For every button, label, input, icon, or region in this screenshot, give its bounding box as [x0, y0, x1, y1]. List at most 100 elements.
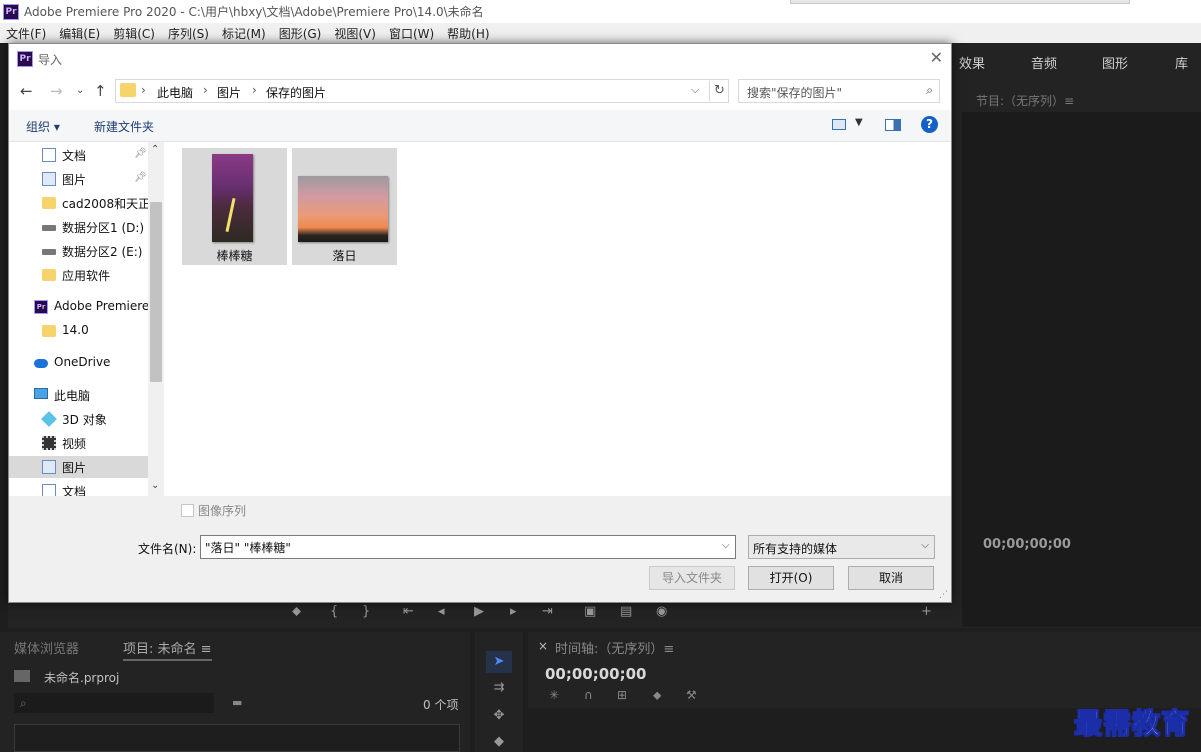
preview-pane-icon[interactable]: [885, 119, 901, 131]
close-icon[interactable]: ✕: [930, 48, 943, 67]
tab-project[interactable]: 项目: 未命名 ≡: [123, 638, 212, 661]
view-dropdown-icon[interactable]: ▼: [855, 117, 863, 128]
breadcrumb-pictures[interactable]: 图片: [217, 84, 241, 101]
project-search-input[interactable]: ⌕: [14, 693, 214, 713]
timeline-title[interactable]: 时间轴:（无序列）≡: [555, 638, 674, 657]
timeline-marker-icon[interactable]: ⬥: [653, 688, 661, 703]
play-icon[interactable]: ▶: [474, 604, 484, 619]
export-frame-icon[interactable]: ◉: [656, 604, 667, 619]
linked-selection-icon[interactable]: ⊞: [617, 688, 627, 702]
chevron-down-icon[interactable]: ⌄: [151, 480, 159, 491]
resize-grip-icon[interactable]: ⋰: [939, 590, 948, 600]
step-forward-icon[interactable]: ▸: [510, 604, 517, 619]
pictures-icon: [42, 460, 56, 474]
file-type-select[interactable]: 所有支持的媒体 ⌵: [748, 535, 935, 559]
insert-icon[interactable]: ▣: [584, 604, 596, 619]
scrollbar-thumb[interactable]: [150, 202, 162, 382]
chevron-down-icon[interactable]: ⌵: [722, 540, 730, 551]
menu-clip[interactable]: 剪辑(C): [113, 25, 155, 42]
up-icon[interactable]: ↑: [94, 82, 107, 100]
nav-item-adobe-premiere[interactable]: Pr Adobe Premiere: [9, 296, 148, 318]
snap-icon[interactable]: ∩: [584, 688, 593, 702]
nav-item-3d-objects[interactable]: 3D 对象: [9, 408, 148, 430]
nav-item-videos[interactable]: 视频: [9, 432, 148, 454]
overwrite-icon[interactable]: ▤: [620, 604, 632, 619]
menu-markers[interactable]: 标记(M): [222, 25, 266, 42]
project-items-area[interactable]: [14, 724, 460, 752]
nav-item-this-pc[interactable]: 此电脑: [9, 384, 148, 406]
chevron-up-icon[interactable]: ⌃: [151, 144, 159, 155]
pin-icon[interactable]: 📌︎: [134, 148, 147, 159]
document-icon: [42, 484, 56, 496]
view-mode-icon[interactable]: [832, 119, 846, 130]
nav-item-pictures[interactable]: 图片 📌︎: [9, 168, 148, 190]
nav-item-apps[interactable]: 应用软件: [9, 264, 148, 286]
pin-icon[interactable]: 📌︎: [134, 172, 147, 183]
menu-edit[interactable]: 编辑(E): [59, 25, 100, 42]
menu-window[interactable]: 窗口(W): [389, 25, 434, 42]
mark-in-icon[interactable]: {: [330, 604, 338, 619]
cancel-button[interactable]: 取消: [848, 566, 934, 590]
go-to-in-icon[interactable]: ⇤: [403, 604, 414, 619]
timeline-timecode[interactable]: 00;00;00;00: [545, 665, 647, 683]
menu-help[interactable]: 帮助(H): [447, 25, 489, 42]
chevron-right-icon[interactable]: ›: [203, 83, 208, 97]
track-select-tool-icon[interactable]: ⇉: [486, 677, 512, 699]
ripple-edit-tool-icon[interactable]: ✥: [486, 705, 512, 727]
organize-button[interactable]: 组织 ▾: [26, 118, 60, 135]
nav-item-onedrive[interactable]: OneDrive: [9, 352, 148, 374]
menu-graphics[interactable]: 图形(G): [279, 25, 322, 42]
workspace-tab-effects[interactable]: 效果: [959, 53, 985, 72]
project-file-name: 未命名.prproj: [44, 671, 120, 685]
forward-icon[interactable]: →: [50, 82, 63, 100]
search-icon[interactable]: ⌕: [926, 83, 933, 98]
workspace-tab-libraries[interactable]: 库: [1175, 53, 1188, 72]
timeline-close-icon[interactable]: ×: [538, 639, 548, 653]
file-item-lollipop[interactable]: 棒棒糖: [182, 148, 287, 265]
tab-media-browser[interactable]: 媒体浏览器: [14, 638, 79, 657]
button-editor-icon[interactable]: +: [921, 604, 932, 619]
nav-item-drive-d[interactable]: 数据分区1 (D:): [9, 216, 148, 238]
file-list: 棒棒糖 落日: [164, 142, 951, 496]
nest-icon[interactable]: ✳: [549, 688, 559, 702]
menu-file[interactable]: 文件(F): [6, 25, 46, 42]
import-folder-button[interactable]: 导入文件夹: [649, 566, 735, 590]
nav-item-pictures-selected[interactable]: 图片: [9, 456, 148, 478]
new-folder-button[interactable]: 新建文件夹: [94, 118, 154, 135]
add-marker-icon[interactable]: ⬥: [292, 604, 301, 619]
image-sequence-checkbox[interactable]: [181, 504, 194, 517]
menu-view[interactable]: 视图(V): [334, 25, 376, 42]
wrench-icon[interactable]: ⚒: [686, 688, 697, 702]
back-icon[interactable]: ←: [20, 82, 33, 100]
search-input[interactable]: 搜索"保存的图片" ⌕: [738, 79, 940, 103]
nav-item-label: OneDrive: [54, 355, 111, 369]
new-bin-icon[interactable]: ▬: [232, 696, 242, 709]
file-item-sunset[interactable]: 落日: [292, 148, 397, 265]
go-to-out-icon[interactable]: ⇥: [542, 604, 553, 619]
mark-out-icon[interactable]: }: [362, 604, 370, 619]
menu-sequence[interactable]: 序列(S): [168, 25, 209, 42]
nav-scrollbar[interactable]: ⌃ ⌄: [148, 142, 164, 496]
workspace-tab-graphics[interactable]: 图形: [1102, 53, 1128, 72]
breadcrumb-this-pc[interactable]: 此电脑: [157, 84, 193, 101]
chevron-right-icon[interactable]: ›: [141, 83, 146, 97]
recent-locations-icon[interactable]: ⌄: [76, 85, 84, 96]
address-bar[interactable]: › 此电脑 › 图片 › 保存的图片 ⌵ ↻: [115, 79, 729, 103]
breadcrumb-saved-pictures[interactable]: 保存的图片: [266, 84, 326, 101]
refresh-icon[interactable]: ↻: [709, 81, 729, 101]
chevron-down-icon[interactable]: ⌵: [691, 83, 699, 97]
nav-item-documents-2[interactable]: 文档: [9, 480, 148, 496]
chevron-right-icon[interactable]: ›: [252, 83, 257, 97]
program-monitor-label[interactable]: 节目:（无序列）≡: [976, 92, 1074, 109]
nav-item-14-0[interactable]: 14.0: [9, 320, 148, 342]
help-icon[interactable]: ?: [921, 116, 938, 133]
step-back-icon[interactable]: ◂: [438, 604, 445, 619]
nav-item-cad2008[interactable]: cad2008和天正: [9, 192, 148, 214]
workspace-tab-audio[interactable]: 音频: [1031, 53, 1057, 72]
selection-tool-icon[interactable]: ➤: [486, 651, 512, 673]
nav-item-drive-e[interactable]: 数据分区2 (E:): [9, 240, 148, 262]
file-name-input[interactable]: [200, 535, 736, 559]
razor-tool-icon[interactable]: ◆: [486, 731, 512, 752]
open-button[interactable]: 打开(O): [748, 566, 834, 590]
nav-item-documents[interactable]: 文档 📌︎: [9, 144, 148, 166]
